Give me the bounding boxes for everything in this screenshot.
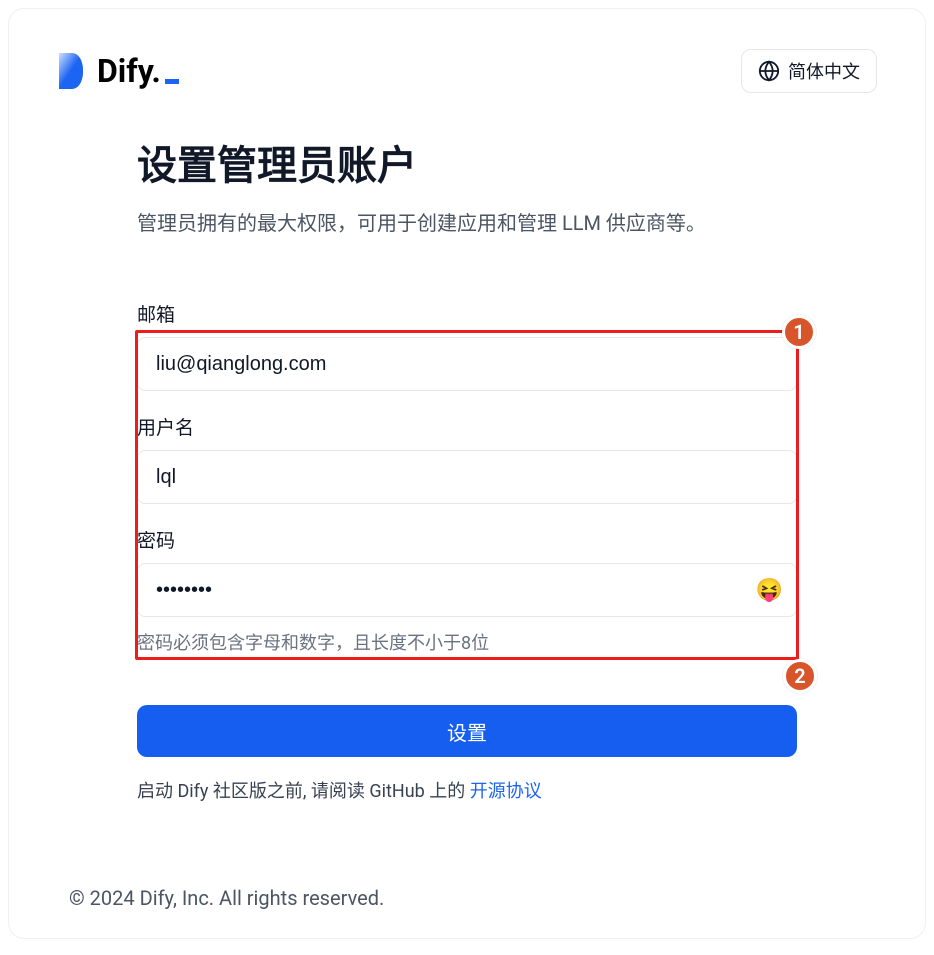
username-field[interactable]: [137, 450, 797, 504]
email-group: 邮箱: [137, 300, 797, 391]
page-subtitle: 管理员拥有的最大权限，可用于创建应用和管理 LLM 供应商等。: [137, 207, 797, 236]
language-selector[interactable]: 简体中文: [741, 49, 877, 93]
submit-button[interactable]: 设置: [137, 705, 797, 757]
password-group: 密码 😝 密码必须包含字母和数字，且长度不小于8位: [137, 526, 797, 655]
form: 1 邮箱 用户名 密码 😝 密码必须包含字母和数字，且长度不小于8位 设置: [137, 300, 797, 803]
email-field[interactable]: [137, 337, 797, 391]
username-group: 用户名: [137, 413, 797, 504]
main: 设置管理员账户 管理员拥有的最大权限，可用于创建应用和管理 LLM 供应商等。 …: [57, 133, 877, 803]
install-card: Dify. 简体中文 设置管理员账户 管理员拥有的最大权限，可用于创建应用和管理…: [8, 8, 926, 939]
username-label: 用户名: [137, 413, 797, 440]
toggle-password-visibility-icon[interactable]: 😝: [756, 577, 783, 603]
brand-name: Dify.: [97, 52, 179, 90]
footer-copyright: © 2024 Dify, Inc. All rights reserved.: [69, 886, 384, 910]
password-helper: 密码必须包含字母和数字，且长度不小于8位: [137, 629, 797, 655]
agreement-text: 启动 Dify 社区版之前, 请阅读 GitHub 上的 开源协议: [137, 777, 797, 803]
email-label: 邮箱: [137, 300, 797, 327]
annotation-badge-2: 2: [783, 659, 817, 693]
language-label: 简体中文: [788, 58, 860, 84]
agreement-prefix: 启动 Dify 社区版之前, 请阅读 GitHub 上的: [137, 781, 470, 802]
header: Dify. 简体中文: [57, 49, 877, 93]
password-label: 密码: [137, 526, 797, 553]
open-source-agreement-link[interactable]: 开源协议: [470, 781, 542, 802]
logo: Dify.: [57, 51, 179, 91]
globe-icon: [758, 60, 780, 82]
dify-logo-icon: [57, 51, 85, 91]
password-field[interactable]: [137, 563, 797, 617]
page-title: 设置管理员账户: [137, 133, 797, 191]
